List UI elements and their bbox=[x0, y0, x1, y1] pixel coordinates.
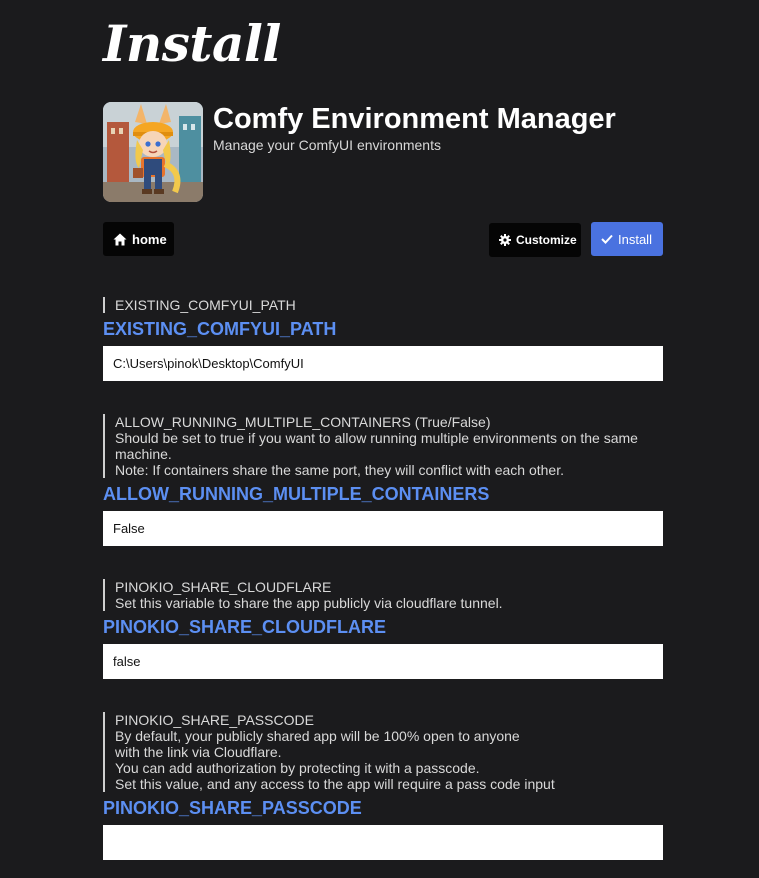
field-label: PINOKIO_SHARE_PASSCODE bbox=[103, 798, 362, 818]
field-label: PINOKIO_SHARE_CLOUDFLARE bbox=[103, 617, 387, 637]
check-icon bbox=[601, 234, 613, 244]
app-name: Comfy Environment Manager bbox=[213, 103, 616, 135]
field-pinokio-share-passcode: PINOKIO_SHARE_PASSCODE By default, your … bbox=[103, 712, 663, 860]
allow-running-multiple-containers-input[interactable] bbox=[103, 511, 663, 546]
field-description: ALLOW_RUNNING_MULTIPLE_CONTAINERS (True/… bbox=[103, 414, 663, 478]
field-label: EXISTING_COMFYUI_PATH bbox=[103, 319, 337, 339]
gear-icon bbox=[499, 234, 511, 246]
field-description: PINOKIO_SHARE_CLOUDFLARE Set this variab… bbox=[103, 579, 663, 611]
field-description: EXISTING_COMFYUI_PATH bbox=[103, 297, 663, 313]
app-description: Manage your ComfyUI environments bbox=[213, 137, 441, 153]
field-description: PINOKIO_SHARE_PASSCODE By default, your … bbox=[103, 712, 663, 792]
pinokio-share-passcode-input[interactable] bbox=[103, 825, 663, 860]
app-header: Comfy Environment Manager Manage your Co… bbox=[103, 102, 663, 202]
install-button-label: Install bbox=[618, 231, 652, 247]
field-pinokio-share-cloudflare: PINOKIO_SHARE_CLOUDFLARE Set this variab… bbox=[103, 579, 663, 679]
field-label: ALLOW_RUNNING_MULTIPLE_CONTAINERS bbox=[103, 484, 490, 504]
customize-button[interactable]: Customize bbox=[489, 223, 581, 257]
home-button[interactable]: home bbox=[103, 222, 174, 256]
install-button[interactable]: Install bbox=[591, 222, 663, 256]
home-icon bbox=[113, 233, 127, 245]
pinokio-share-cloudflare-input[interactable] bbox=[103, 644, 663, 679]
field-existing-comfyui-path: EXISTING_COMFYUI_PATH EXISTING_COMFYUI_P… bbox=[103, 297, 663, 381]
existing-comfyui-path-input[interactable] bbox=[103, 346, 663, 381]
home-button-label: home bbox=[132, 231, 167, 247]
field-allow-running-multiple-containers: ALLOW_RUNNING_MULTIPLE_CONTAINERS (True/… bbox=[103, 414, 663, 546]
app-avatar-image bbox=[103, 102, 203, 202]
customize-button-label: Customize bbox=[516, 233, 577, 247]
page-title: Install bbox=[103, 14, 281, 73]
